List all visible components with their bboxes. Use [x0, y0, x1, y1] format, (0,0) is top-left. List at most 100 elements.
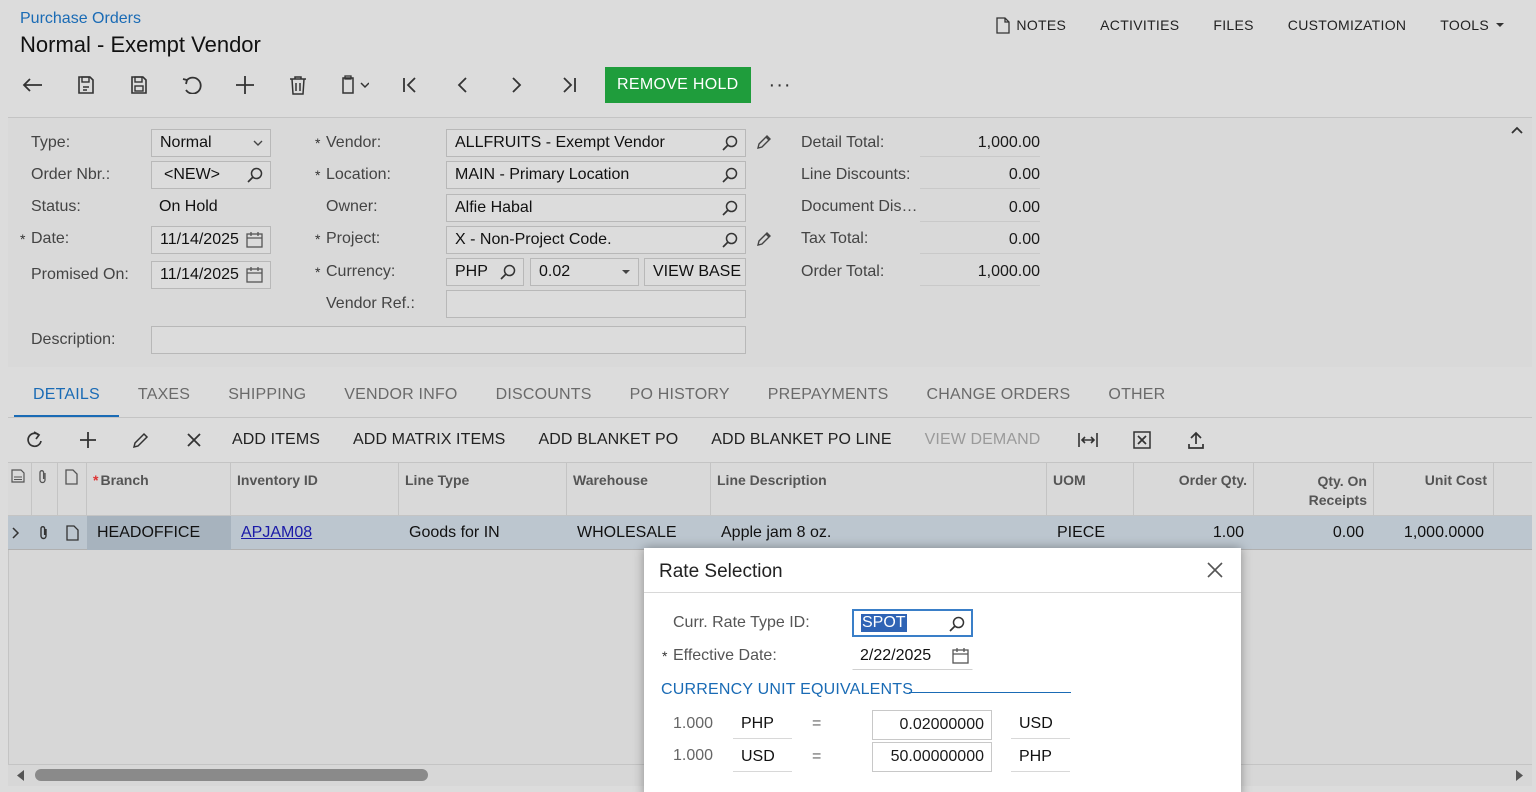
more-actions-button[interactable]: ···: [769, 74, 792, 97]
row-expand-chevron-icon[interactable]: [8, 516, 32, 550]
previous-record-button[interactable]: [444, 66, 482, 104]
scroll-left-icon[interactable]: [17, 770, 25, 781]
php-to-usd-rate-input[interactable]: 0.02000000: [872, 710, 992, 740]
line-description-column-header[interactable]: Line Description: [711, 463, 1047, 517]
table-row[interactable]: HEADOFFICE APJAM08 Goods for IN WHOLESAL…: [8, 516, 1532, 550]
edit-project-pencil-icon[interactable]: [756, 231, 772, 247]
row-paperclip-icon[interactable]: [32, 516, 58, 550]
remove-hold-button[interactable]: REMOVE HOLD: [605, 67, 751, 103]
tools-menu[interactable]: TOOLS: [1423, 16, 1522, 34]
order-nbr-field[interactable]: <NEW>: [151, 161, 271, 189]
branch-cell[interactable]: HEADOFFICE: [87, 516, 231, 550]
close-button[interactable]: [1207, 562, 1223, 583]
edit-vendor-pencil-icon[interactable]: [756, 134, 772, 150]
search-icon[interactable]: [722, 232, 738, 248]
files-link[interactable]: FILES: [1196, 16, 1270, 34]
fit-columns-button[interactable]: [1073, 425, 1103, 455]
currency-unit-equivalents-heading: CURRENCY UNIT EQUIVALENTS: [661, 681, 914, 698]
from-currency: USD: [733, 748, 792, 772]
add-row-button[interactable]: [73, 425, 103, 455]
line-type-column-header[interactable]: Line Type: [399, 463, 567, 517]
tab-prepayments[interactable]: PREPAYMENTS: [749, 380, 908, 418]
warehouse-column-header[interactable]: Warehouse: [567, 463, 711, 517]
collapse-chevron-icon[interactable]: [1510, 122, 1524, 140]
tab-vendor-info[interactable]: VENDOR INFO: [325, 380, 476, 418]
add-blanket-po-button[interactable]: ADD BLANKET PO: [538, 431, 678, 449]
view-base-button[interactable]: VIEW BASE: [644, 258, 746, 286]
warehouse-cell[interactable]: WHOLESALE: [567, 516, 711, 550]
search-icon[interactable]: [247, 167, 263, 183]
export-excel-button[interactable]: [1127, 425, 1157, 455]
edit-row-button[interactable]: [126, 425, 156, 455]
project-field[interactable]: X - Non-Project Code.: [446, 226, 746, 254]
promised-on-field[interactable]: 11/14/2025: [151, 261, 271, 289]
save-button[interactable]: [120, 66, 158, 104]
unit-cost-cell[interactable]: 1,000.0000: [1374, 516, 1494, 550]
search-icon[interactable]: [500, 264, 516, 280]
uom-cell[interactable]: PIECE: [1047, 516, 1134, 550]
customization-link[interactable]: CUSTOMIZATION: [1271, 16, 1424, 34]
rate-type-input[interactable]: SPOT: [852, 609, 973, 637]
row-note-icon[interactable]: [58, 516, 87, 550]
type-select[interactable]: Normal: [151, 129, 271, 157]
scroll-right-icon[interactable]: [1515, 770, 1523, 781]
order-qty-cell[interactable]: 1.00: [1134, 516, 1254, 550]
copy-paste-menu[interactable]: [332, 66, 376, 104]
to-currency: USD: [1011, 715, 1070, 739]
back-button[interactable]: [14, 66, 52, 104]
activities-link[interactable]: ACTIVITIES: [1083, 16, 1196, 34]
usd-to-php-rate-input[interactable]: 50.00000000: [872, 742, 992, 772]
delete-button[interactable]: [279, 66, 317, 104]
add-matrix-items-button[interactable]: ADD MATRIX ITEMS: [353, 431, 505, 449]
add-blanket-po-line-button[interactable]: ADD BLANKET PO LINE: [711, 431, 891, 449]
calendar-icon[interactable]: [246, 232, 263, 248]
effective-date-field[interactable]: 2/22/2025: [852, 642, 973, 670]
calendar-icon[interactable]: [952, 648, 969, 664]
location-field[interactable]: MAIN - Primary Location: [446, 161, 746, 189]
date-field[interactable]: 11/14/2025: [151, 226, 271, 254]
tab-change-orders[interactable]: CHANGE ORDERS: [907, 380, 1089, 418]
tab-shipping[interactable]: SHIPPING: [209, 380, 325, 418]
search-icon[interactable]: [722, 135, 738, 151]
line-description-cell[interactable]: Apple jam 8 oz.: [711, 516, 1047, 550]
inventory-id-column-header[interactable]: Inventory ID: [231, 463, 399, 517]
add-button[interactable]: [226, 66, 264, 104]
vendor-field[interactable]: ALLFRUITS - Exempt Vendor: [446, 129, 746, 157]
description-field[interactable]: [151, 326, 746, 354]
tab-po-history[interactable]: PO HISTORY: [611, 380, 749, 418]
upload-button[interactable]: [1181, 425, 1211, 455]
currency-field[interactable]: PHP: [446, 258, 524, 286]
qty-on-receipts-column-header[interactable]: Qty. On Receipts: [1254, 463, 1374, 517]
delete-row-button[interactable]: [179, 425, 209, 455]
undo-button[interactable]: [173, 66, 211, 104]
tab-details[interactable]: DETAILS: [14, 380, 119, 418]
search-icon[interactable]: [949, 616, 965, 632]
uom-column-header[interactable]: UOM: [1047, 463, 1134, 517]
search-icon[interactable]: [722, 167, 738, 183]
tools-label: TOOLS: [1440, 17, 1489, 33]
order-qty-column-header[interactable]: Order Qty.: [1134, 463, 1254, 517]
refresh-button[interactable]: [20, 425, 50, 455]
unit-cost-column-header[interactable]: Unit Cost: [1374, 463, 1494, 517]
branch-column-header[interactable]: * Branch: [87, 463, 231, 517]
save-close-button[interactable]: [67, 66, 105, 104]
calendar-icon[interactable]: [246, 267, 263, 283]
add-items-button[interactable]: ADD ITEMS: [232, 431, 320, 449]
notes-link[interactable]: NOTES: [979, 16, 1083, 34]
next-record-button[interactable]: [497, 66, 535, 104]
currency-rate-select[interactable]: 0.02: [530, 258, 639, 286]
line-type-cell[interactable]: Goods for IN: [399, 516, 567, 550]
search-icon[interactable]: [722, 200, 738, 216]
inventory-id-cell[interactable]: APJAM08: [231, 516, 399, 550]
owner-field[interactable]: Alfie Habal: [446, 194, 746, 222]
view-demand-button[interactable]: VIEW DEMAND: [925, 431, 1041, 449]
last-record-button[interactable]: [550, 66, 588, 104]
tab-taxes[interactable]: TAXES: [119, 380, 209, 418]
vendor-ref-field[interactable]: [446, 290, 746, 318]
tab-other[interactable]: OTHER: [1089, 380, 1184, 418]
tab-discounts[interactable]: DISCOUNTS: [477, 380, 611, 418]
first-record-button[interactable]: [391, 66, 429, 104]
inventory-id-link[interactable]: APJAM08: [241, 524, 312, 542]
breadcrumb[interactable]: Purchase Orders: [20, 10, 141, 28]
scrollbar-thumb[interactable]: [35, 769, 428, 781]
